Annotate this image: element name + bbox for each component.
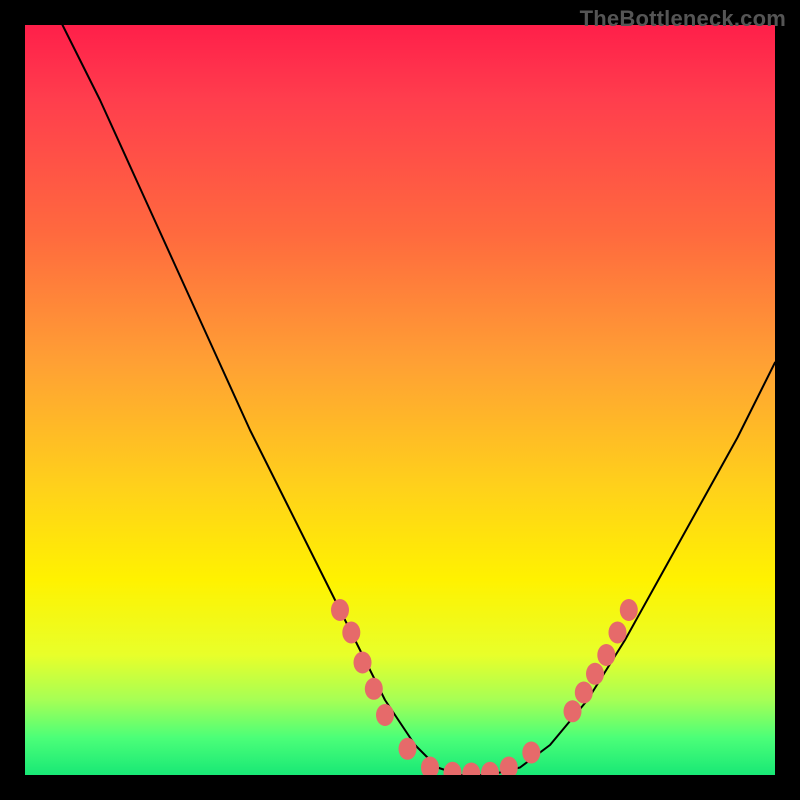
curve-marker	[354, 652, 372, 674]
curve-marker	[575, 682, 593, 704]
curve-marker	[462, 763, 480, 776]
curve-marker	[331, 599, 349, 621]
curve-marker	[500, 757, 518, 776]
curve-marker	[421, 757, 439, 776]
bottleneck-curve-line	[63, 25, 776, 775]
curve-marker	[481, 762, 499, 775]
curve-marker	[522, 742, 540, 764]
curve-marker	[564, 700, 582, 722]
curve-marker	[342, 622, 360, 644]
curve-marker	[376, 704, 394, 726]
curve-marker	[444, 762, 462, 775]
curve-marker	[365, 678, 383, 700]
plot-area	[25, 25, 775, 775]
curve-markers-group	[331, 599, 638, 775]
curve-overlay	[25, 25, 775, 775]
chart-container: TheBottleneck.com	[0, 0, 800, 800]
curve-marker	[586, 663, 604, 685]
curve-marker	[597, 644, 615, 666]
watermark-text: TheBottleneck.com	[580, 6, 786, 32]
curve-marker	[620, 599, 638, 621]
curve-marker	[399, 738, 417, 760]
curve-marker	[609, 622, 627, 644]
